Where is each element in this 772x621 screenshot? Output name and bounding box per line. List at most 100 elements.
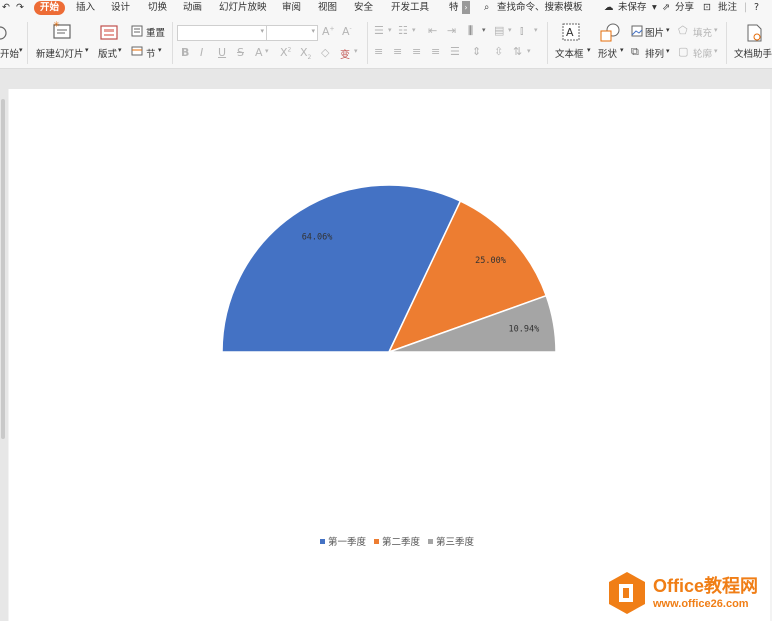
chevron-down-icon[interactable]: ▾ — [534, 26, 538, 34]
layout-icon[interactable] — [100, 24, 118, 42]
more-tabs-icon[interactable]: › — [462, 1, 470, 14]
shape-button[interactable]: 形状 — [598, 46, 617, 60]
tab-slideshow[interactable]: 幻灯片放映 — [219, 1, 267, 15]
new-slide-icon[interactable]: ✳ — [52, 21, 72, 41]
share-button[interactable]: 分享 — [675, 1, 694, 15]
numbered-list-icon[interactable]: ☷ — [398, 24, 408, 37]
chevron-down-icon[interactable]: ▾ — [388, 26, 392, 34]
underline-icon[interactable]: U — [218, 46, 226, 59]
italic-icon[interactable]: I — [200, 46, 203, 59]
legend-label: 第三季度 — [436, 537, 475, 548]
align-left-icon[interactable]: ≡ — [374, 45, 383, 58]
tab-security[interactable]: 安全 — [354, 1, 373, 15]
chevron-down-icon[interactable]: ▾ — [118, 46, 122, 54]
chevron-down-icon[interactable]: ▾ — [158, 46, 162, 54]
tab-review[interactable]: 审阅 — [282, 1, 301, 15]
list-level-icon[interactable]: ⇅ — [513, 45, 522, 58]
shape-icon[interactable] — [599, 23, 621, 43]
reset-button[interactable]: 重置 — [146, 25, 165, 39]
doc-helper-button[interactable]: 文档助手 — [734, 46, 772, 60]
paragraph-spacing-icon[interactable]: ⇳ — [494, 45, 503, 58]
reset-icon[interactable] — [131, 25, 143, 37]
chevron-down-icon[interactable]: ▾ — [620, 46, 624, 54]
strikethrough-icon[interactable]: S — [237, 46, 244, 59]
font-shrink-icon[interactable]: A- — [342, 25, 352, 38]
arrange-button[interactable]: 排列 — [645, 46, 664, 60]
layout-button[interactable]: 版式 — [98, 46, 117, 60]
line-spacing-icon[interactable]: ⇕ — [472, 45, 481, 58]
start-icon[interactable] — [0, 26, 8, 40]
help-button[interactable]: ? — [754, 1, 759, 15]
font-size-select[interactable]: ▾ — [266, 25, 318, 41]
tab-view[interactable]: 视图 — [318, 1, 337, 15]
doc-helper-icon[interactable] — [745, 23, 763, 43]
chevron-down-icon[interactable]: ▾ — [354, 47, 358, 55]
align-justify-icon[interactable]: ≡ — [431, 45, 440, 58]
chevron-down-icon[interactable]: ▾ — [85, 46, 89, 54]
tab-design[interactable]: 设计 — [111, 1, 130, 15]
tab-animation[interactable]: 动画 — [183, 1, 202, 15]
search-command[interactable]: 查找命令、搜索模板 — [497, 1, 583, 15]
legend-swatch — [320, 539, 325, 544]
new-slide-button[interactable]: 新建幻灯片 — [36, 46, 84, 60]
chevron-down-icon[interactable]: ▾ — [587, 46, 591, 54]
comment-button[interactable]: 批注 — [718, 1, 737, 15]
chevron-down-icon[interactable]: ▾ — [265, 47, 269, 55]
chevron-down-icon[interactable]: ▾ — [666, 26, 670, 34]
textbox-button[interactable]: 文本框 — [555, 46, 584, 60]
distribute-icon[interactable]: ☰ — [450, 45, 460, 58]
slide-canvas[interactable]: 64.06% 25.00% 10.94% 第一季度 第二季度 第三季度 — [9, 89, 770, 621]
section-button[interactable]: 节 — [146, 46, 156, 60]
share-icon: ⇗ — [662, 2, 670, 13]
bullet-list-icon[interactable]: ☰ — [374, 24, 384, 37]
chevron-down-icon[interactable]: ▾ — [508, 26, 512, 34]
ribbon-bottom-strip — [0, 69, 772, 89]
font-color-icon[interactable]: A — [255, 46, 263, 59]
arrange-icon[interactable]: ⧉ — [631, 45, 639, 59]
outline-button[interactable]: 轮廓 — [693, 46, 712, 60]
outline-icon[interactable]: ▢ — [678, 45, 688, 58]
fill-icon[interactable]: ⬠ — [678, 24, 688, 37]
tab-insert[interactable]: 插入 — [76, 1, 95, 15]
align-text-icon[interactable]: ⫾ — [520, 24, 524, 38]
cloud-icon: ☁ — [604, 2, 614, 13]
align-center-icon[interactable]: ≡ — [393, 45, 402, 58]
fill-button[interactable]: 填充 — [693, 25, 712, 39]
chevron-down-icon[interactable]: ▾ — [19, 46, 23, 54]
start-button[interactable]: 开始 — [0, 46, 19, 60]
chevron-down-icon[interactable]: ▾ — [714, 47, 718, 55]
chevron-down-icon[interactable]: ▾ — [412, 26, 416, 34]
chevron-down-icon[interactable]: ▾ — [666, 47, 670, 55]
chevron-down-icon[interactable]: ▾ — [527, 47, 531, 55]
tab-transition[interactable]: 切换 — [148, 1, 167, 15]
chevron-down-icon[interactable]: ▾ — [482, 26, 486, 34]
columns-icon[interactable]: ⫼ — [468, 24, 473, 38]
char-spacing-icon[interactable]: 变 — [340, 46, 350, 61]
tab-special[interactable]: 特 — [449, 1, 459, 15]
picture-button[interactable]: 图片 — [645, 25, 664, 39]
search-icon: ⌕ — [484, 2, 490, 13]
superscript-icon[interactable]: X2 — [280, 46, 291, 59]
legend-swatch — [428, 539, 434, 544]
chevron-down-icon[interactable]: ▾ — [652, 1, 657, 15]
text-direction-icon[interactable]: ▤ — [494, 24, 504, 37]
font-family-select[interactable]: ▾ — [177, 25, 267, 41]
picture-icon[interactable] — [631, 25, 643, 37]
scrollbar-thumb[interactable] — [1, 99, 5, 439]
textbox-icon[interactable]: A — [561, 22, 581, 42]
tab-developer[interactable]: 开发工具 — [391, 1, 429, 15]
subscript-icon[interactable]: X2 — [300, 46, 311, 61]
section-icon[interactable] — [131, 45, 143, 57]
save-status[interactable]: 未保存 — [618, 1, 647, 15]
eraser-icon[interactable]: ◇ — [321, 46, 329, 59]
align-right-icon[interactable]: ≡ — [412, 45, 421, 58]
indent-increase-icon[interactable]: ⇥ — [447, 24, 456, 37]
font-grow-icon[interactable]: A+ — [322, 25, 335, 38]
bold-icon[interactable]: B — [181, 46, 189, 59]
chevron-down-icon[interactable]: ▾ — [714, 26, 718, 34]
indent-decrease-icon[interactable]: ⇤ — [428, 24, 437, 37]
undo-icon[interactable]: ↶ — [2, 1, 10, 15]
tab-home[interactable]: 开始 — [34, 1, 66, 15]
redo-icon[interactable]: ↷ — [16, 1, 24, 15]
legend-entry-3: 第三季度 — [428, 534, 474, 548]
